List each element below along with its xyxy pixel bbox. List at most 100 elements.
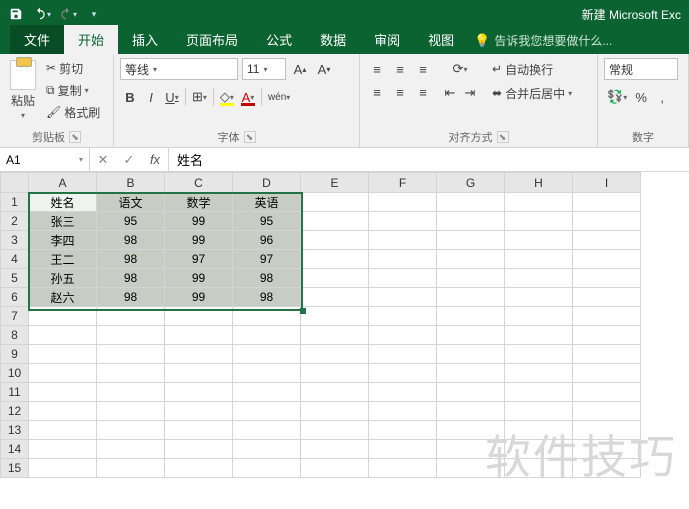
cell[interactable] [369,288,437,307]
cell[interactable] [165,402,233,421]
cell[interactable]: 98 [97,288,165,307]
row-header[interactable]: 2 [1,212,29,231]
cell[interactable] [573,402,641,421]
cell[interactable] [165,364,233,383]
column-header[interactable]: G [437,173,505,193]
cell[interactable] [29,421,97,440]
cell[interactable] [573,383,641,402]
cell[interactable] [233,402,301,421]
cancel-edit-button[interactable]: ✕ [90,152,116,168]
cell[interactable] [437,288,505,307]
cell[interactable] [505,269,573,288]
cell[interactable] [369,250,437,269]
column-header[interactable]: A [29,173,97,193]
cell[interactable]: 语文 [97,193,165,212]
align-middle-button[interactable]: ≡ [389,58,411,80]
cell[interactable] [573,345,641,364]
cell[interactable] [573,193,641,212]
italic-button[interactable]: I [141,86,161,108]
cell[interactable] [97,421,165,440]
cell[interactable]: 95 [233,212,301,231]
cell[interactable]: 99 [165,269,233,288]
tab-home[interactable]: 开始 [64,25,118,54]
cell[interactable] [573,212,641,231]
decrease-font-button[interactable]: A▾ [314,58,334,80]
cell[interactable]: 97 [165,250,233,269]
border-button[interactable]: ⊞▾ [189,86,210,108]
cell[interactable] [573,459,641,478]
cell[interactable] [505,212,573,231]
cell[interactable]: 张三 [29,212,97,231]
phonetic-button[interactable]: wén▾ [265,86,293,108]
column-header[interactable]: D [233,173,301,193]
insert-function-button[interactable]: fx [142,152,168,167]
cell[interactable]: 98 [97,231,165,250]
cell[interactable] [505,231,573,250]
cell[interactable] [573,288,641,307]
cell[interactable] [97,326,165,345]
cell[interactable] [165,383,233,402]
cell[interactable] [573,421,641,440]
cell[interactable] [369,231,437,250]
cell[interactable] [301,250,369,269]
row-header[interactable]: 8 [1,326,29,345]
tab-page-layout[interactable]: 页面布局 [172,25,252,54]
cell[interactable] [29,364,97,383]
cell[interactable] [301,288,369,307]
align-right-button[interactable]: ≡ [412,81,434,103]
cell[interactable] [437,402,505,421]
increase-font-button[interactable]: A▴ [290,58,310,80]
cell[interactable] [97,402,165,421]
cell[interactable] [505,440,573,459]
alignment-launcher[interactable]: ⬊ [497,131,509,143]
cell[interactable] [369,326,437,345]
cell[interactable] [505,364,573,383]
cell[interactable] [573,326,641,345]
name-box[interactable]: A1▾ [0,148,90,171]
cell[interactable] [437,250,505,269]
cell[interactable] [29,402,97,421]
cell[interactable] [437,231,505,250]
cell[interactable] [505,383,573,402]
cell[interactable] [369,440,437,459]
cell[interactable] [437,421,505,440]
tab-view[interactable]: 视图 [414,25,468,54]
cell[interactable] [505,193,573,212]
column-header[interactable]: H [505,173,573,193]
cell[interactable] [301,440,369,459]
merge-center-button[interactable]: ⬌合并后居中▾ [492,82,572,104]
row-header[interactable]: 14 [1,440,29,459]
cell[interactable]: 李四 [29,231,97,250]
cell[interactable] [165,345,233,364]
cell[interactable] [29,440,97,459]
cell[interactable] [233,307,301,326]
row-header[interactable]: 12 [1,402,29,421]
tab-formulas[interactable]: 公式 [252,25,306,54]
spreadsheet-grid[interactable]: ABCDEFGHI1姓名语文数学英语2张三9599953李四9899964王二9… [0,172,689,507]
confirm-edit-button[interactable]: ✓ [116,152,142,168]
cell[interactable] [369,383,437,402]
cell[interactable] [97,364,165,383]
orientation-button[interactable]: ⟳▾ [440,58,480,80]
tell-me-search[interactable]: 💡告诉我您想要做什么... [468,27,618,54]
cell[interactable] [573,364,641,383]
cell[interactable] [29,307,97,326]
column-header[interactable]: F [369,173,437,193]
comma-button[interactable]: , [652,86,672,108]
row-header[interactable]: 15 [1,459,29,478]
cell[interactable]: 王二 [29,250,97,269]
cell[interactable] [505,421,573,440]
cell[interactable] [505,345,573,364]
cell[interactable]: 97 [233,250,301,269]
fill-handle[interactable] [300,308,306,314]
row-header[interactable]: 11 [1,383,29,402]
cell[interactable] [369,307,437,326]
cell[interactable] [97,307,165,326]
cell[interactable] [437,440,505,459]
font-color-button[interactable]: A▾ [238,86,258,108]
font-launcher[interactable]: ⬊ [244,131,256,143]
cell[interactable] [233,383,301,402]
cell[interactable]: 99 [165,288,233,307]
cell[interactable]: 数学 [165,193,233,212]
decrease-indent-button[interactable]: ⇤ [440,82,460,104]
